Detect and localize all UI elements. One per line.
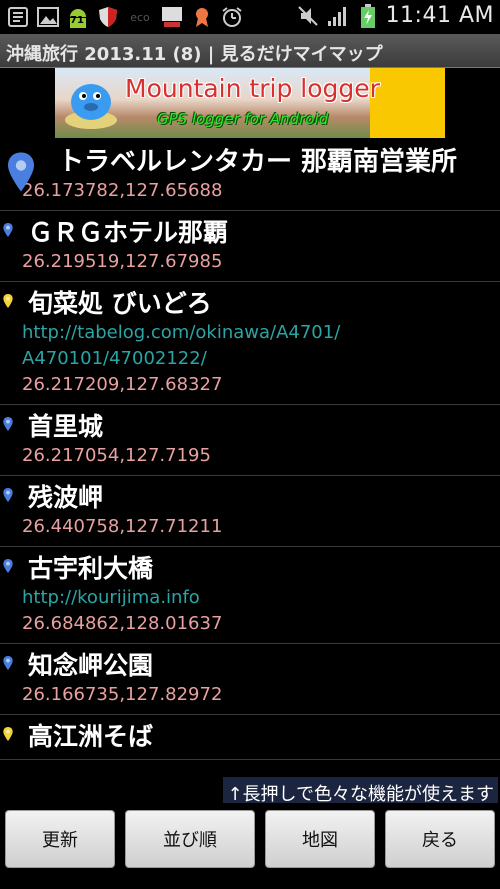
- place-name: トラベルレンタカー 那覇南営業所: [58, 147, 458, 177]
- notes-icon: [6, 5, 30, 29]
- map-pin-icon: [3, 656, 13, 670]
- list-item[interactable]: 首里城 26.217054,127.7195: [0, 405, 500, 476]
- place-name: 高江洲そば: [28, 722, 154, 751]
- list-item[interactable]: 残波岬 26.440758,127.71211: [0, 476, 500, 547]
- map-pin-icon: [3, 559, 13, 573]
- sort-button[interactable]: 並び順: [125, 810, 255, 868]
- android-71-icon: 71: [66, 5, 90, 29]
- shield-icon: [96, 5, 120, 29]
- place-name: 残波岬: [28, 483, 104, 512]
- list-item[interactable]: 知念岬公園 26.166735,127.82972: [0, 644, 500, 715]
- map-button[interactable]: 地図: [265, 810, 375, 868]
- map-pin-icon: [3, 417, 13, 431]
- mute-icon: [296, 4, 320, 28]
- place-name: 古宇利大橋: [28, 554, 154, 583]
- signal-icon: [326, 4, 350, 28]
- notification-icons: 71 eco: [6, 5, 244, 29]
- list-item[interactable]: 古宇利大橋 http://kourijima.info 26.684862,128.…: [0, 547, 500, 644]
- map-pin-icon: [3, 727, 13, 741]
- list-item[interactable]: トラベルレンタカー 那覇南営業所 26.173782,127.65688: [0, 140, 500, 211]
- place-coordinates: 26.217054,127.7195: [22, 445, 211, 466]
- battery-charging-icon: [356, 3, 380, 28]
- place-coordinates: 26.166735,127.82972: [22, 684, 223, 705]
- map-pin-icon: [3, 294, 13, 308]
- map-pin-icon: [8, 152, 34, 192]
- list-item[interactable]: ＧＲＧホテル那覇 26.219519,127.67985: [0, 211, 500, 282]
- place-coordinates: 26.440758,127.71211: [22, 516, 223, 537]
- banner-subtitle: GPS logger for Android: [157, 110, 329, 128]
- back-button[interactable]: 戻る: [385, 810, 495, 868]
- clock: 11:41 AM: [385, 3, 494, 28]
- tv-icon: [160, 5, 184, 29]
- app-title-bar: 沖縄旅行 2013.11 (8) | 見るだけマイマップ: [0, 34, 500, 68]
- place-coordinates: 26.217209,127.68327: [22, 374, 223, 395]
- place-list[interactable]: トラベルレンタカー 那覇南営業所 26.173782,127.65688 ＧＲＧホテ…: [0, 140, 500, 810]
- place-name: 知念岬公園: [28, 651, 154, 680]
- battery-badge: 71: [70, 15, 84, 26]
- app-title: 沖縄旅行 2013.11 (8) | 見るだけマイマップ: [6, 44, 383, 65]
- list-item[interactable]: 旬菜処 びいどろ http://tabelog.com/okinawa/A4701…: [0, 282, 500, 405]
- alarm-icon: [220, 5, 244, 29]
- place-coordinates: 26.684862,128.01637: [22, 613, 223, 634]
- place-name: 旬菜処 びいどろ: [28, 289, 212, 318]
- image-icon: [36, 5, 60, 29]
- place-coordinates: 26.219519,127.67985: [22, 251, 223, 272]
- place-name: 首里城: [28, 412, 104, 441]
- map-pin-icon: [3, 488, 13, 502]
- refresh-button[interactable]: 更新: [5, 810, 115, 868]
- bottom-toolbar: 更新 並び順 地図 戻る: [0, 803, 500, 889]
- list-item[interactable]: 高江洲そば: [0, 715, 500, 760]
- place-coordinates: 26.173782,127.65688: [22, 180, 223, 201]
- eco-icon: eco: [130, 10, 150, 24]
- banner-title: Mountain trip logger: [125, 74, 380, 103]
- mascot-icon: [65, 84, 117, 129]
- place-url-link[interactable]: http://tabelog.com/okinawa/A4701/ A47010…: [22, 320, 500, 372]
- ribbon-icon: [190, 5, 214, 29]
- place-url-link[interactable]: http://kourijima.info: [22, 585, 500, 611]
- map-pin-icon: [3, 223, 13, 237]
- place-name: ＧＲＧホテル那覇: [28, 218, 229, 247]
- status-bar: 71 eco 11:41 AM: [0, 0, 500, 34]
- ad-banner[interactable]: Mountain trip logger GPS logger for Andr…: [55, 68, 445, 138]
